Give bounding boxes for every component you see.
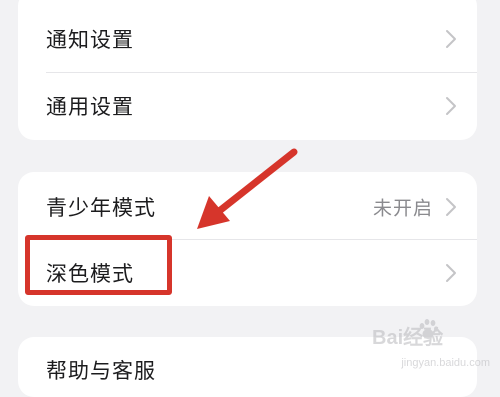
settings-item-teen-mode[interactable]: 青少年模式 未开启 (18, 174, 477, 240)
settings-group-help: 帮助与客服 (18, 337, 477, 397)
settings-item-label: 帮助与客服 (46, 359, 156, 383)
chevron-right-icon (446, 30, 456, 48)
settings-item-notifications[interactable]: 通知设置 (18, 6, 477, 72)
settings-group-general: 通知设置 通用设置 (18, 0, 477, 140)
settings-item-dark-mode[interactable]: 深色模式 (18, 240, 477, 306)
settings-group-modes: 青少年模式 未开启 深色模式 (18, 172, 477, 306)
settings-item-label: 通用设置 (46, 95, 134, 119)
chevron-right-icon (446, 264, 456, 282)
chevron-right-icon (446, 97, 456, 115)
settings-item-label: 通知设置 (46, 28, 134, 52)
settings-item-label: 青少年模式 (46, 196, 156, 220)
settings-item-help[interactable]: 帮助与客服 (18, 337, 477, 397)
settings-item-general[interactable]: 通用设置 (18, 73, 477, 139)
teen-mode-status: 未开启 (372, 197, 433, 220)
chevron-right-icon (446, 198, 456, 216)
settings-item-label: 深色模式 (46, 262, 134, 286)
